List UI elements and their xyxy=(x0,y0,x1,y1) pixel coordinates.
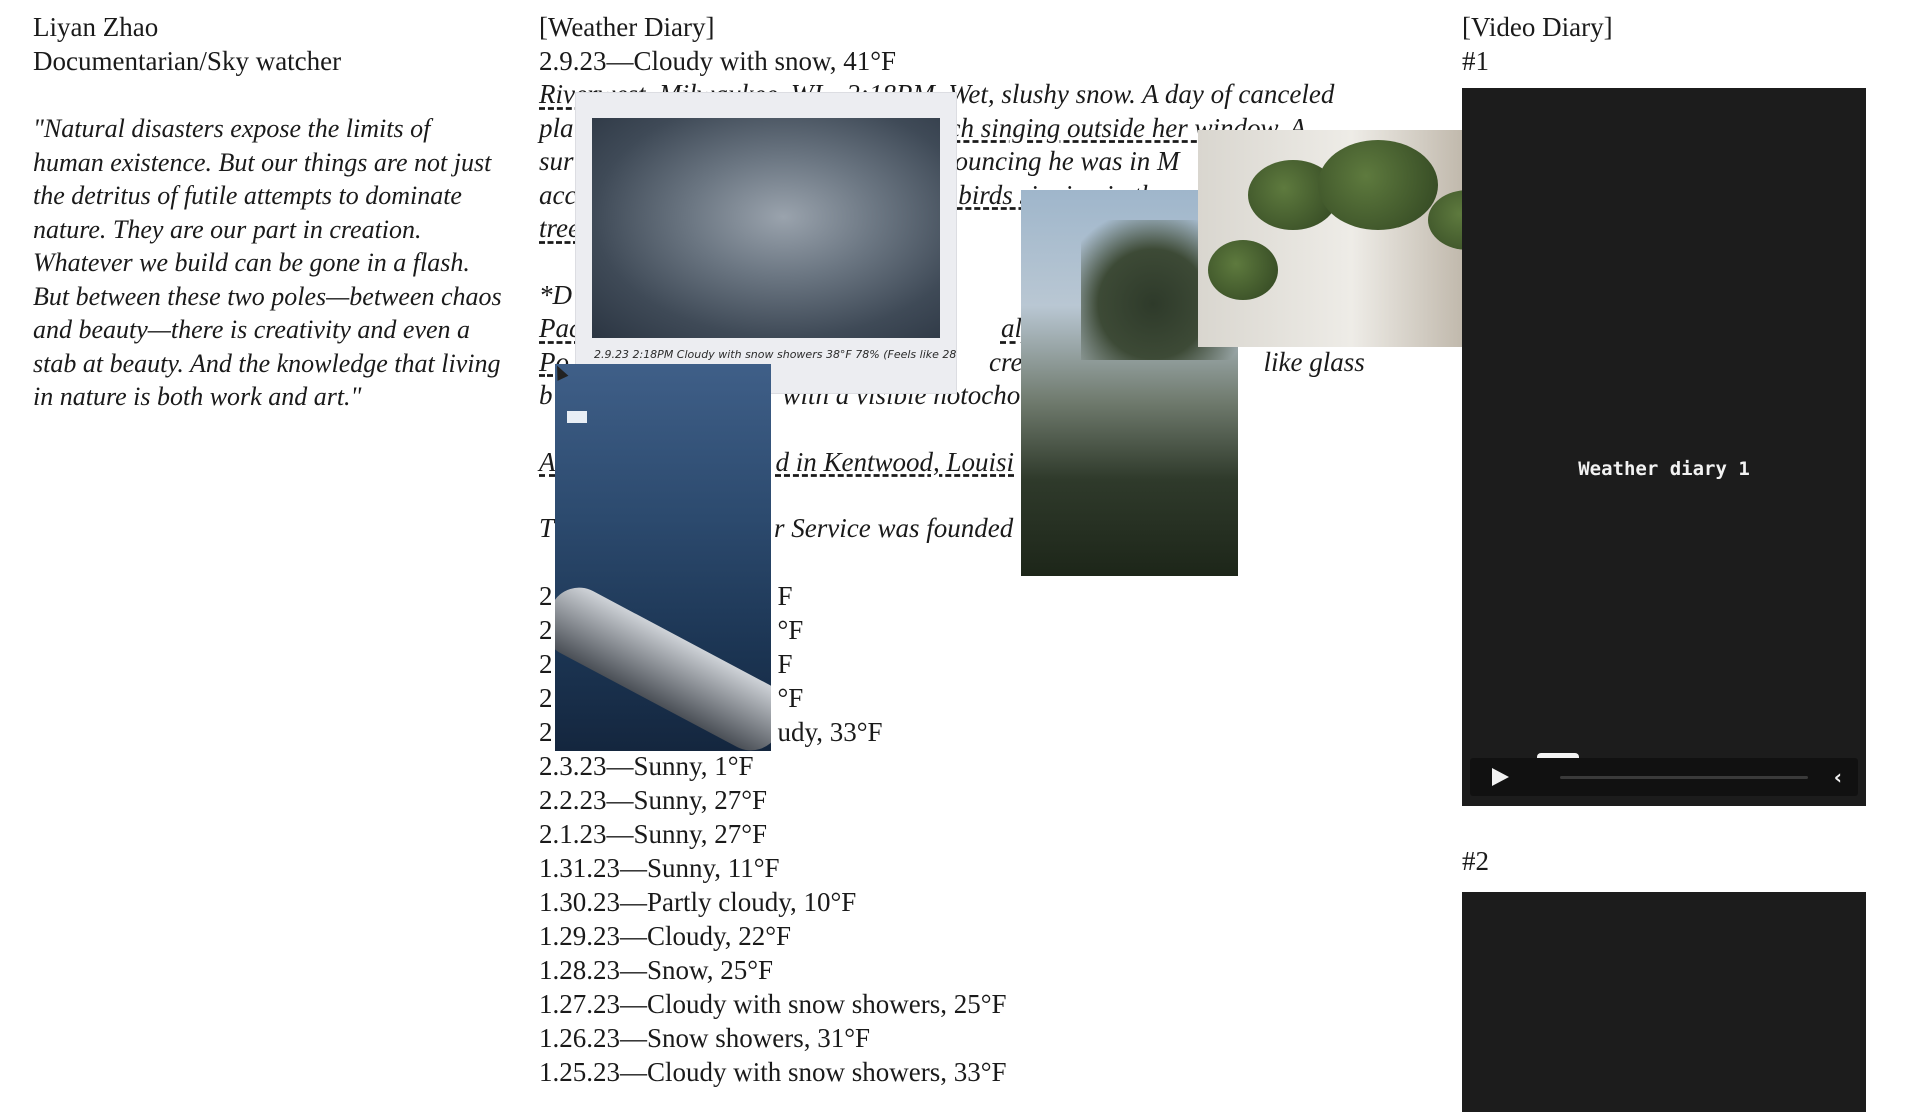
detail-frag[interactable]: tree xyxy=(539,213,580,243)
note-link[interactable]: Pac xyxy=(539,313,581,343)
note-frag: T xyxy=(539,513,555,543)
detail-text-lead: Wet, slushy snow. A day of canceled xyxy=(941,79,1335,109)
entry: 1.27.23—Cloudy with snow showers, 25°F xyxy=(539,988,1007,1019)
entry: 1.31.23—Sunny, 11°F xyxy=(539,852,780,883)
plant-leaf xyxy=(1208,240,1278,300)
entry: 2.2.23—Sunny, 27°F xyxy=(539,784,768,815)
author-column: Liyan Zhao Documentarian/Sky watcher "Na… xyxy=(33,10,503,414)
entry: 1.30.23—Partly cloudy, 10°F xyxy=(539,886,857,917)
video-diary-column: [Video Diary] #1 Weather diary 1 01:16 ‹… xyxy=(1462,10,1867,1112)
entries-list: 2.3.23—Sunny, 1°F 2.2.23—Sunny, 27°F 2.1… xyxy=(539,749,1399,1089)
note-frag: like glass xyxy=(1263,346,1365,377)
plant-leaf xyxy=(1318,140,1438,230)
video-2-label: #2 xyxy=(1462,846,1489,876)
entry: 2.3.23—Sunny, 1°F xyxy=(539,750,754,781)
detail-frag: nnouncing he was in M xyxy=(927,146,1180,176)
video-title: Weather diary 1 xyxy=(1578,458,1750,480)
entry: 2.1.23—Sunny, 27°F xyxy=(539,818,768,849)
note-link[interactable]: A xyxy=(539,447,556,477)
video-player-1[interactable]: Weather diary 1 01:16 ‹ xyxy=(1462,88,1866,806)
note-frag: r Service was founded xyxy=(774,513,1014,543)
entry: 1.29.23—Cloudy, 22°F xyxy=(539,920,792,951)
video-player-2[interactable] xyxy=(1462,892,1866,1112)
entry: 1.26.23—Snow showers, 31°F xyxy=(539,1022,871,1053)
current-entry: 2.9.23—Cloudy with snow, 41°F xyxy=(539,46,897,76)
video-1-label: #1 xyxy=(1462,46,1489,76)
detail-frag: pla xyxy=(539,112,574,143)
video-controls: ‹ xyxy=(1470,758,1858,796)
weather-diary-heading: [Weather Diary] xyxy=(539,12,715,42)
cloudy-sky-image xyxy=(592,118,940,338)
note-link[interactable]: d in Kentwood, Louisi xyxy=(776,447,1015,477)
entry: 1.28.23—Snow, 25°F xyxy=(539,954,774,985)
note-marker: *D xyxy=(539,279,572,310)
polaroid-caption: 2.9.23 2:18PM Cloudy with snow showers 3… xyxy=(594,348,956,361)
detail-frag: sur xyxy=(539,146,574,176)
video-diary-heading: [Video Diary] xyxy=(1462,12,1613,42)
author-quote: "Natural disasters expose the limits of … xyxy=(33,114,502,411)
author-name: Liyan Zhao xyxy=(33,12,159,42)
entry: 1.25.23—Cloudy with snow showers, 33°F xyxy=(539,1056,1007,1087)
note-frag: b xyxy=(539,380,553,410)
lake-water-photo[interactable] xyxy=(555,364,771,751)
seek-bar[interactable] xyxy=(1560,776,1808,779)
photo-marker xyxy=(567,411,587,423)
author-role: Documentarian/Sky watcher xyxy=(33,46,342,76)
kayak-shape xyxy=(555,577,771,751)
chevron-left-icon[interactable]: ‹ xyxy=(1834,765,1842,789)
detail-frag: acc xyxy=(539,179,577,210)
cloud-polaroid-photo[interactable]: 2.9.23 2:18PM Cloudy with snow showers 3… xyxy=(576,93,956,393)
play-icon[interactable] xyxy=(1492,768,1509,786)
